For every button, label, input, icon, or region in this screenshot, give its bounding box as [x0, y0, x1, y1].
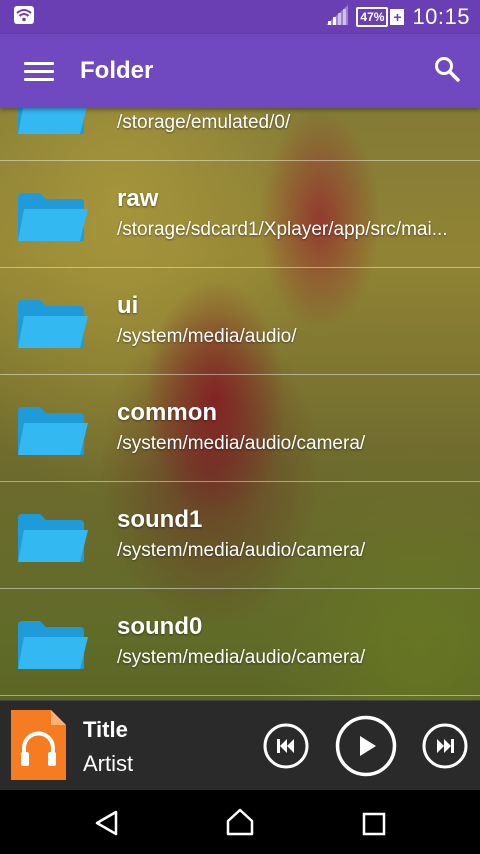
- folder-item[interactable]: ui/system/media/audio/: [0, 268, 480, 375]
- signal-icon: [326, 4, 349, 30]
- folder-list[interactable]: yourcloudplayer/storage/emulated/0/raw/s…: [0, 108, 480, 700]
- previous-button[interactable]: [263, 723, 309, 774]
- mini-player[interactable]: Title Artist: [0, 700, 480, 791]
- clock: 10:15: [412, 4, 470, 29]
- folder-item[interactable]: sound0/system/media/audio/camera/: [0, 589, 480, 696]
- folder-path: /system/media/audio/camera/: [117, 647, 366, 668]
- folder-path: /system/media/audio/camera/: [117, 433, 366, 454]
- back-icon: [95, 810, 118, 836]
- home-icon: [226, 808, 254, 836]
- folder-icon: [18, 108, 88, 136]
- folder-path: /storage/emulated/0/: [117, 112, 291, 133]
- wifi-icon: [14, 5, 34, 29]
- search-icon[interactable]: [434, 56, 460, 87]
- folder-name: common: [117, 399, 218, 426]
- folder-icon: [18, 298, 88, 350]
- folder-item[interactable]: sound1/system/media/audio/camera/: [0, 482, 480, 589]
- folder-path: /storage/sdcard1/Xplayer/app/src/mai...: [117, 219, 448, 240]
- charging-icon: +: [390, 9, 405, 25]
- folder-path: /system/media/audio/: [117, 326, 297, 347]
- next-button[interactable]: [422, 723, 468, 774]
- track-title: Title: [83, 717, 128, 742]
- battery-indicator: 47% +: [356, 7, 405, 27]
- app-toolbar: Folder: [0, 34, 480, 108]
- battery-level: 47%: [360, 10, 385, 24]
- hamburger-menu-icon[interactable]: [24, 57, 54, 86]
- recent-apps-button[interactable]: [362, 812, 386, 841]
- track-artist: Artist: [83, 751, 134, 776]
- folder-item[interactable]: raw/storage/sdcard1/Xplayer/app/src/mai.…: [0, 161, 480, 268]
- page-title: Folder: [80, 57, 154, 84]
- folder-icon: [18, 191, 88, 243]
- system-navigation-bar: [0, 790, 480, 854]
- recent-apps-icon: [362, 812, 386, 836]
- folder-name: sound1: [117, 506, 203, 533]
- folder-name: sound0: [117, 613, 203, 640]
- folder-item[interactable]: common/system/media/audio/camera/: [0, 375, 480, 482]
- status-bar: 47% + 10:15: [0, 0, 480, 34]
- skip-previous-icon: [263, 723, 309, 769]
- folder-path: /system/media/audio/camera/: [117, 540, 366, 561]
- folder-item[interactable]: yourcloudplayer/storage/emulated/0/: [0, 108, 480, 161]
- folder-icon: [18, 619, 88, 671]
- folder-icon: [18, 405, 88, 457]
- album-art-icon: [11, 710, 66, 780]
- home-button[interactable]: [225, 808, 255, 841]
- folder-name: raw: [117, 185, 159, 212]
- play-icon: [335, 715, 397, 777]
- skip-next-icon: [422, 723, 468, 769]
- play-button[interactable]: [335, 715, 397, 782]
- folder-name: ui: [117, 292, 139, 319]
- back-button[interactable]: [94, 810, 120, 841]
- folder-icon: [18, 512, 88, 564]
